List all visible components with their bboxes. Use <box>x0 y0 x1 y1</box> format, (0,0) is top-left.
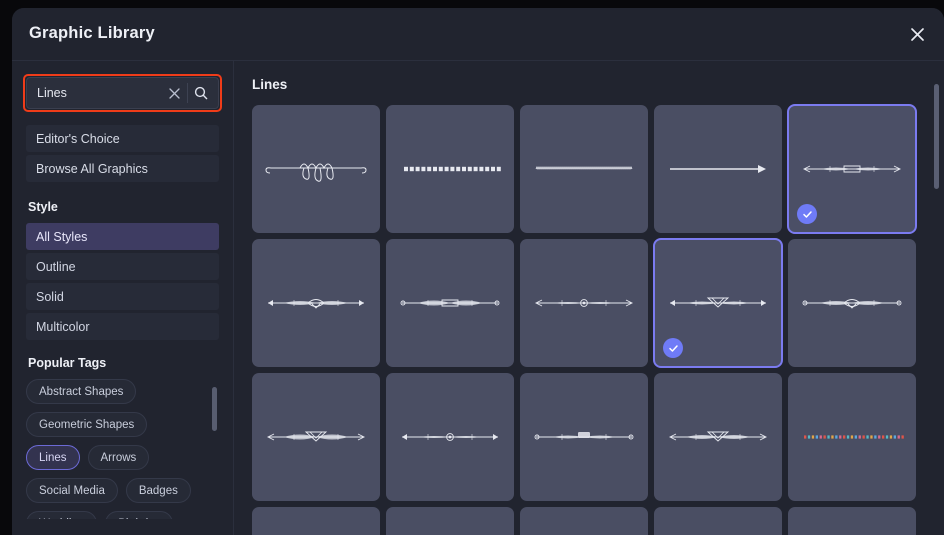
graphic-card-angled-ribbon-divider[interactable] <box>386 373 514 501</box>
multicolor-dotted-line-icon <box>800 417 904 457</box>
page-title: Graphic Library <box>29 24 155 42</box>
pointed-ornament-line-icon <box>264 283 368 323</box>
block-triangle-divider-icon <box>264 417 368 457</box>
graphics-content-panel: Lines <box>234 61 944 535</box>
banner-scroll-divider-icon <box>532 417 636 457</box>
style-item-label: All Styles <box>36 229 88 244</box>
sidebar-item-browse-all-graphics[interactable]: Browse All Graphics <box>26 155 219 182</box>
graphic-card-partial-row-item-3[interactable] <box>520 507 648 535</box>
ornate-bar-divider-icon <box>800 149 904 189</box>
selected-check-badge[interactable] <box>663 338 683 358</box>
search-input[interactable]: Lines <box>37 78 161 108</box>
graphic-card-partial-row-item-4[interactable] <box>654 507 782 535</box>
tag-label: Wedding <box>39 518 84 520</box>
style-item-label: Multicolor <box>36 319 90 334</box>
sidebar-item-label: Browse All Graphics <box>36 161 148 176</box>
graphic-card-block-triangle-divider[interactable] <box>252 373 380 501</box>
tag-label: Badges <box>138 484 178 497</box>
search-submit-button[interactable] <box>188 79 214 107</box>
tag-lines[interactable]: Lines <box>26 445 80 470</box>
tags-section-heading: Popular Tags <box>28 356 107 370</box>
style-item-label: Outline <box>36 259 76 274</box>
graphic-card-multicolor-dotted-line[interactable] <box>788 373 916 501</box>
style-filter-list: All Styles Outline Solid Multicolor <box>26 223 219 340</box>
graphic-card-partial-row-item-1[interactable] <box>252 507 380 535</box>
sidebar-nav-list: Editor's Choice Browse All Graphics <box>26 125 219 182</box>
graphic-card-zigzag-squiggle-line[interactable] <box>520 105 648 233</box>
content-section-title: Lines <box>252 77 288 92</box>
graphic-card-square-dotted-line[interactable] <box>386 105 514 233</box>
tag-label: Lines <box>39 451 67 464</box>
close-icon <box>168 87 180 99</box>
tag-label: Abstract Shapes <box>39 385 124 398</box>
graphic-card-flourish-swirl-divider[interactable] <box>252 105 380 233</box>
wave-scroll-divider-icon <box>800 283 904 323</box>
graphic-card-banner-scroll-divider[interactable] <box>520 373 648 501</box>
plain-arrow-line-icon <box>666 149 770 189</box>
style-item-solid[interactable]: Solid <box>26 283 219 310</box>
content-scrollbar-thumb[interactable] <box>934 84 939 189</box>
search-box[interactable]: Lines <box>26 77 219 109</box>
popular-tags-list: Abstract Shapes Geometric Shapes Lines A… <box>26 379 219 519</box>
tag-abstract-shapes[interactable]: Abstract Shapes <box>26 379 137 404</box>
style-item-outline[interactable]: Outline <box>26 253 219 280</box>
graphic-card-plain-arrow-line[interactable] <box>654 105 782 233</box>
graphic-card-partial-row-item-2[interactable] <box>386 507 514 535</box>
tag-badges[interactable]: Badges <box>125 478 191 503</box>
style-section-heading: Style <box>28 200 58 214</box>
sidebar-item-editors-choice[interactable]: Editor's Choice <box>26 125 219 152</box>
graphic-card-ornate-bar-divider[interactable] <box>787 104 917 234</box>
thin-scroll-divider-icon <box>398 283 502 323</box>
graphic-card-double-arrow-divider[interactable] <box>654 373 782 501</box>
tag-social-media[interactable]: Social Media <box>26 478 118 503</box>
search-highlight-annotation: Lines <box>23 74 222 112</box>
style-item-all-styles[interactable]: All Styles <box>26 223 219 250</box>
check-icon <box>802 210 812 218</box>
tag-geometric-shapes[interactable]: Geometric Shapes <box>26 412 148 437</box>
check-icon <box>668 344 678 352</box>
graphics-grid <box>252 104 944 535</box>
graphic-card-crown-flourish-divider[interactable] <box>653 238 783 368</box>
tag-label: Geometric Shapes <box>39 418 135 431</box>
beaded-center-line-icon <box>532 283 636 323</box>
graphic-card-wave-scroll-divider[interactable] <box>788 239 916 367</box>
selected-check-badge[interactable] <box>797 204 817 224</box>
angled-ribbon-divider-icon <box>398 417 502 457</box>
style-item-multicolor[interactable]: Multicolor <box>26 313 219 340</box>
flourish-swirl-divider-icon <box>264 149 368 189</box>
double-arrow-divider-icon <box>666 417 770 457</box>
tag-label: Arrows <box>100 451 137 464</box>
zigzag-squiggle-line-icon <box>532 149 636 189</box>
graphic-card-pointed-ornament-line[interactable] <box>252 239 380 367</box>
close-icon <box>910 27 924 41</box>
graphic-card-partial-row-item-5[interactable] <box>788 507 916 535</box>
tag-label: Birthday <box>118 518 160 520</box>
tag-birthday[interactable]: Birthday <box>105 511 174 520</box>
tag-label: Social Media <box>39 484 105 497</box>
popular-tags-area: Abstract Shapes Geometric Shapes Lines A… <box>26 379 219 519</box>
modal-header: Graphic Library <box>12 8 944 61</box>
search-icon <box>194 86 208 100</box>
sidebar-item-label: Editor's Choice <box>36 131 120 146</box>
graphic-card-thin-scroll-divider[interactable] <box>386 239 514 367</box>
tags-scrollbar-thumb[interactable] <box>212 387 217 431</box>
crown-flourish-divider-icon <box>666 283 770 323</box>
sidebar: Lines Editor's Choice Browse All Graphic… <box>12 61 234 535</box>
tag-arrows[interactable]: Arrows <box>87 445 150 470</box>
modal-body: Lines Editor's Choice Browse All Graphic… <box>12 61 944 535</box>
square-dotted-line-icon <box>398 149 502 189</box>
close-button[interactable] <box>902 19 932 49</box>
search-clear-button[interactable] <box>161 79 187 107</box>
style-item-label: Solid <box>36 289 64 304</box>
tag-wedding[interactable]: Wedding <box>26 511 98 520</box>
graphic-library-modal: Graphic Library Lines Editor's Choice Br… <box>12 8 944 535</box>
graphic-card-beaded-center-line[interactable] <box>520 239 648 367</box>
